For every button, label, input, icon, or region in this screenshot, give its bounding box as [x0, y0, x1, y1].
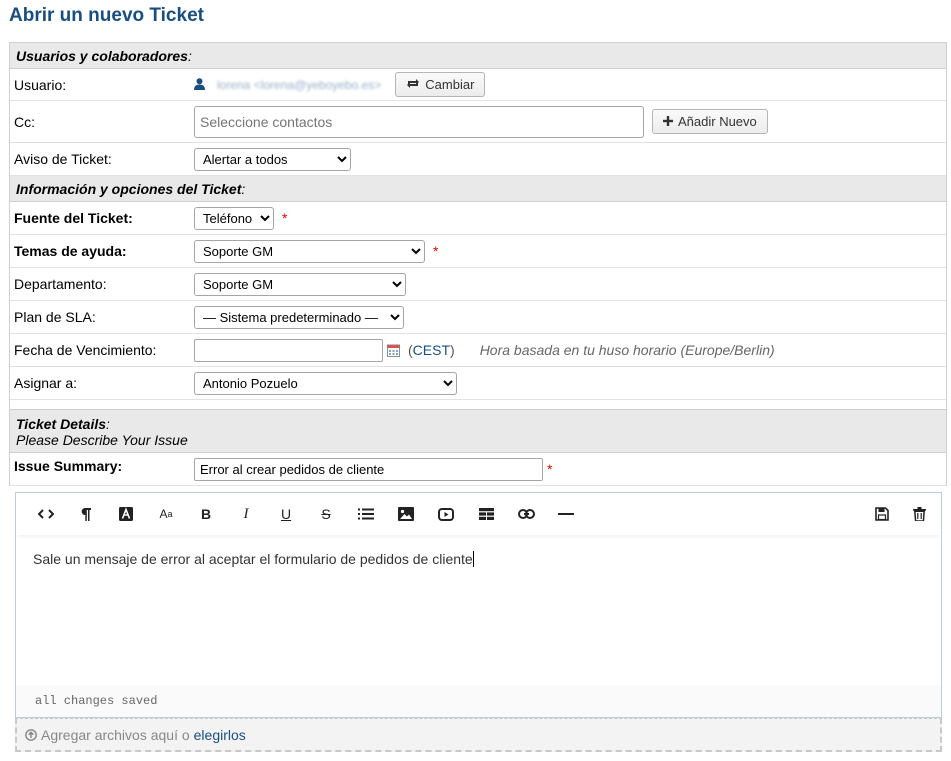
timezone-note: Hora basada en tu huso horario (Europe/B…: [479, 342, 775, 358]
row-help-topic: Temas de ayuda: Soporte GM *: [10, 235, 946, 268]
table-icon[interactable]: [466, 500, 506, 528]
save-draft-icon[interactable]: [862, 500, 902, 528]
row-summary: Issue Summary: *: [10, 453, 946, 486]
row-department: Departamento: Soporte GM: [10, 268, 946, 301]
attachment-dropzone[interactable]: Agregar archivos aquí o elegirlos: [15, 718, 942, 752]
help-topic-label: Temas de ayuda:: [14, 243, 127, 259]
alert-label: Aviso de Ticket:: [14, 151, 112, 167]
choose-files-link[interactable]: elegirlos: [194, 727, 246, 743]
ticket-form: Usuarios y colaboradores: Usuario: loren…: [9, 42, 947, 752]
row-cc: Cc: Añadir Nuevo: [10, 101, 946, 143]
department-select[interactable]: Soporte GM: [194, 272, 406, 296]
help-topic-field: Soporte GM *: [194, 239, 439, 263]
assign-field: Antonio Pozuelo: [194, 371, 457, 395]
list-icon[interactable]: [346, 500, 386, 528]
user-value[interactable]: lorena <lorena@yeboyebo.es>: [217, 78, 381, 92]
row-alert: Aviso de Ticket: Alertar a todos: [10, 143, 946, 176]
calendar-icon[interactable]: [387, 344, 400, 357]
image-icon[interactable]: [386, 500, 426, 528]
section-details-title: Ticket Details: [16, 416, 107, 432]
section-details-subtitle: Please Describe Your Issue: [16, 432, 188, 448]
add-contact-label: Añadir Nuevo: [678, 114, 757, 129]
timezone-link[interactable]: CEST: [413, 342, 450, 358]
help-topic-required-mark: *: [433, 243, 439, 259]
alert-field: Alertar a todos: [194, 147, 351, 171]
source-select[interactable]: Teléfono: [194, 206, 274, 230]
timezone-wrapper: (CEST): [408, 342, 455, 358]
department-label: Departamento:: [14, 276, 107, 292]
department-field: Soporte GM: [194, 272, 406, 296]
row-user: Usuario: lorena <lorena@yeboyebo.es> Cam…: [10, 69, 946, 101]
row-assign: Asignar a: Antonio Pozuelo: [10, 367, 946, 400]
editor-status: all changes saved: [16, 685, 941, 717]
section-info-header: Información y opciones del Ticket:: [10, 176, 946, 202]
user-icon: [194, 77, 205, 93]
summary-label: Issue Summary:: [14, 458, 123, 474]
refresh-icon: [406, 77, 420, 92]
text-caret: [472, 551, 474, 567]
summary-input[interactable]: [194, 457, 543, 481]
delete-draft-icon[interactable]: [899, 500, 939, 528]
assign-select[interactable]: Antonio Pozuelo: [194, 371, 457, 395]
paragraph-icon[interactable]: [66, 500, 106, 528]
sla-field: — Sistema predeterminado —: [194, 305, 404, 329]
due-date-label: Fecha de Vencimiento:: [14, 342, 157, 358]
section-users-header: Usuarios y colaboradores:: [10, 43, 946, 69]
row-source: Fuente del Ticket: Teléfono *: [10, 202, 946, 235]
due-date-field: (CEST) Hora basada en tu huso horario (E…: [194, 338, 775, 362]
bold-icon[interactable]: B: [186, 500, 226, 528]
change-user-label: Cambiar: [425, 77, 475, 92]
sla-label: Plan de SLA:: [14, 309, 96, 325]
source-label: Fuente del Ticket:: [14, 210, 133, 226]
link-icon[interactable]: [506, 500, 546, 528]
strikethrough-icon[interactable]: S: [306, 500, 346, 528]
assign-label: Asignar a:: [14, 375, 78, 391]
plus-icon: [663, 114, 673, 129]
user-label: Usuario:: [14, 76, 67, 93]
spacer: [10, 400, 946, 410]
row-due-date: Fecha de Vencimiento: (CEST) Hora basada…: [10, 334, 946, 367]
horizontal-rule-icon[interactable]: [546, 500, 586, 528]
sla-select[interactable]: — Sistema predeterminado —: [194, 305, 404, 329]
rich-text-editor: Aa B I U S Sale un mensaje de error al a…: [15, 492, 942, 718]
code-view-icon[interactable]: [26, 500, 66, 528]
row-sla: Plan de SLA: — Sistema predeterminado —: [10, 301, 946, 334]
summary-required-mark: *: [547, 461, 553, 477]
summary-field: *: [194, 457, 553, 481]
section-info-title: Información y opciones del Ticket: [16, 181, 242, 197]
cc-label: Cc:: [14, 113, 35, 130]
cc-field: Añadir Nuevo: [194, 105, 768, 138]
user-field: lorena <lorena@yeboyebo.es> Cambiar: [194, 72, 486, 97]
cc-input[interactable]: [194, 105, 644, 138]
font-size-icon[interactable]: Aa: [146, 500, 186, 528]
section-details-header: Ticket Details: Please Describe Your Iss…: [10, 410, 946, 453]
page-title: Abrir un nuevo Ticket: [9, 5, 204, 26]
editor-content[interactable]: Sale un mensaje de error al aceptar el f…: [16, 535, 941, 583]
attachment-text: Agregar archivos aquí o: [41, 726, 190, 743]
editor-toolbar: Aa B I U S: [16, 493, 941, 535]
due-date-input[interactable]: [194, 338, 383, 362]
source-field: Teléfono *: [194, 206, 288, 230]
help-topic-select[interactable]: Soporte GM: [194, 239, 425, 263]
video-icon[interactable]: [426, 500, 466, 528]
italic-icon[interactable]: I: [226, 500, 266, 528]
section-users-title: Usuarios y colaboradores: [16, 48, 188, 64]
source-required-mark: *: [282, 210, 288, 226]
add-contact-button[interactable]: Añadir Nuevo: [652, 109, 768, 134]
editor-text: Sale un mensaje de error al aceptar el f…: [33, 551, 473, 567]
text-color-icon[interactable]: [106, 500, 146, 528]
underline-icon[interactable]: U: [266, 500, 306, 528]
change-user-button[interactable]: Cambiar: [395, 72, 486, 97]
upload-icon: [25, 728, 37, 741]
alert-select[interactable]: Alertar a todos: [194, 147, 351, 171]
